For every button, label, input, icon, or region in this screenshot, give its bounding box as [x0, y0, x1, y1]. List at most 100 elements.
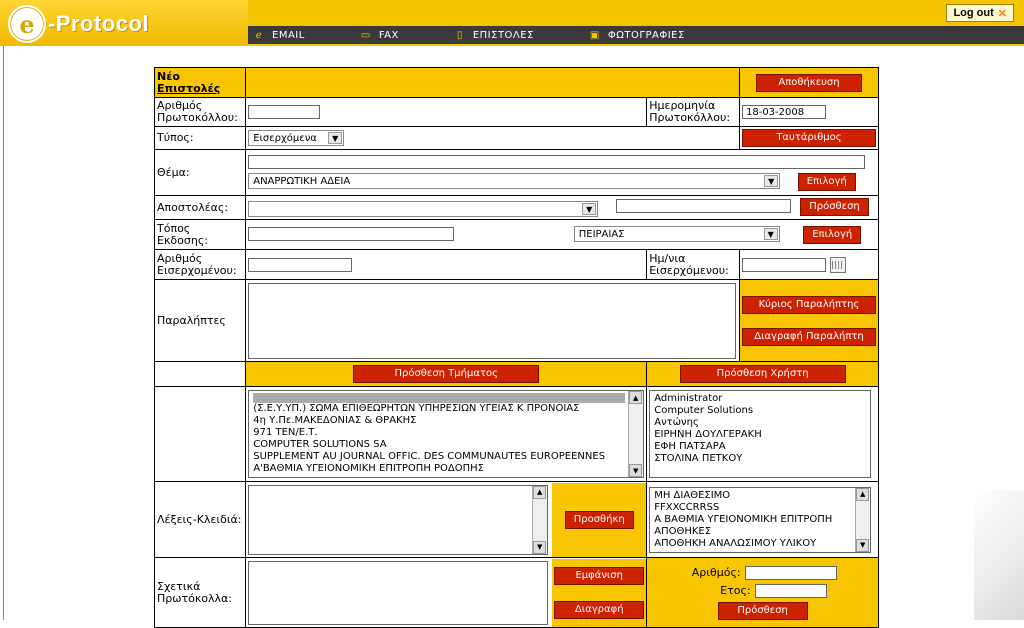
logout-button[interactable]: Log out ✕ [946, 4, 1014, 22]
nav-email[interactable]: ℯ EMAIL [254, 30, 305, 41]
issue-place-input[interactable] [248, 226, 455, 241]
incoming-number-input[interactable] [248, 257, 353, 272]
form-title: Νέο Επιστολές [153, 67, 247, 98]
main-recipient-button[interactable]: Κύριος Παραλήπτης [741, 295, 876, 314]
nav-letters[interactable]: ▯ ΕΠΙΣΤΟΛΕΣ [455, 30, 534, 41]
protocol-number-label: Αριθμός Πρωτοκόλλου: [153, 97, 247, 127]
form-title-line2[interactable]: Επιστολές [157, 82, 243, 95]
recipients-label: Παραλήπτες [153, 279, 247, 362]
protocol-date-label: Ημερομηνία Πρωτοκόλλου: [646, 97, 740, 127]
departments-list[interactable]: (Σ.Ε.Υ.ΥΠ.) ΣΩΜΑ ΕΠΙΘΕΩΡΗΤΩΝ ΥΠΗΡΕΣΙΩΝ Υ… [248, 390, 645, 478]
logout-label: Log out [953, 7, 994, 19]
scroll-up-icon[interactable]: ▲ [629, 391, 643, 404]
type-select[interactable]: Εισερχόμενα ▼ [248, 130, 345, 146]
chevron-down-icon: ▼ [763, 228, 778, 240]
related-protocols-label: Σχετικά Πρωτόκολλα: [153, 557, 247, 628]
related-protocols-textarea[interactable] [248, 560, 549, 625]
add-department-button[interactable]: Πρόσθεση Τμήματος [353, 365, 540, 383]
list-item[interactable]: Αντώνης [654, 417, 866, 429]
add-user-button[interactable]: Πρόσθεση Χρήστη [679, 365, 846, 383]
delete-button[interactable]: Διαγραφή [554, 600, 645, 619]
nav-email-label: EMAIL [272, 29, 305, 41]
subject-select[interactable]: ΑΝΑΡΡΩΤΙΚΗ ΑΔΕΙΑ ▼ [248, 173, 781, 189]
sender-text-input[interactable] [615, 199, 791, 213]
add-department-cell: Πρόσθεση Τμήματος [245, 361, 648, 387]
sender-add-button[interactable]: Πρόσθεση [800, 198, 869, 216]
nav-photos-label: ΦΩΤΟΓΡΑΦΙΕΣ [607, 29, 685, 41]
letters-icon: ▯ [456, 29, 463, 41]
scroll-up-icon[interactable]: ▲ [856, 487, 870, 501]
incoming-date-label: Ημ/νια Εισερχόμενου: [646, 249, 740, 280]
list-item[interactable]: ΜΗ ΔΙΑΘΕΣΙΜΟ [654, 490, 852, 502]
users-cell: Administrator Computer Solutions Αντώνης… [646, 386, 879, 482]
issue-place-select-button[interactable]: Επιλογή [803, 225, 862, 244]
show-button[interactable]: Εμφάνιση [554, 566, 645, 585]
keywords-scrollbar[interactable]: ▲ ▼ [532, 485, 548, 554]
list-item[interactable]: 971 ΤΕΝ/Ε.Τ. [253, 427, 625, 439]
users-list[interactable]: Administrator Computer Solutions Αντώνης… [649, 390, 872, 478]
recipients-textarea[interactable] [248, 282, 737, 359]
list-item[interactable]: Α'ΒΑΘΜΙΑ ΥΓΕΙΟΝΟΜΙΚΗ ΕΠΙΤΡΟΠΗ ΡΟΔΟΠΗΣ [253, 463, 625, 475]
scroll-down-icon[interactable]: ▼ [856, 538, 870, 552]
scroll-up-icon[interactable]: ▲ [533, 485, 547, 499]
protocol-date-cell: 18-03-2008 [738, 97, 880, 127]
subject-cell: ΑΝΑΡΡΩΤΙΚΗ ΑΔΕΙΑ ▼ Επιλογή [245, 149, 879, 196]
scroll-down-icon[interactable]: ▼ [533, 540, 547, 554]
list-item[interactable]: 4η Υ.Πε.ΜΑΚΕΔΟΝΙΑΣ & ΘΡΑΚΗΣ [253, 415, 625, 427]
logo-text: -Protocol [48, 11, 150, 36]
related-add-cell: Αριθμός: Ετος: Πρόσθεση [646, 557, 879, 628]
keywords-list-scrollbar[interactable]: ▲ ▼ [855, 487, 871, 552]
departments-scrollbar[interactable]: ▲ ▼ [628, 391, 644, 477]
top-bar: e -Protocol ℯ EMAIL ▭ FAX ▯ ΕΠΙΣΤΟΛΕΣ ▣ … [0, 0, 1024, 46]
page-left-border [3, 46, 4, 620]
departments-cell: (Σ.Ε.Υ.ΥΠ.) ΣΩΜΑ ΕΠΙΘΕΩΡΗΤΩΝ ΥΠΗΡΕΣΙΩΝ Υ… [245, 386, 648, 482]
list-item[interactable]: COMPUTER SOLUTIONS SA [253, 439, 625, 451]
list-item[interactable]: Administrator [654, 393, 866, 405]
nav-fax[interactable]: ▭ FAX [361, 30, 399, 41]
departments-selected-row [253, 393, 626, 403]
list-item[interactable]: SUPPLEMENT AU JOURNAL OFFIC. DES COMMUNA… [253, 451, 625, 463]
issue-place-select[interactable]: ΠΕΙΡΑΙΑΣ ▼ [573, 226, 780, 242]
keywords-add-button[interactable]: Προσθήκη [564, 510, 634, 529]
calendar-icon[interactable] [829, 256, 846, 273]
list-item[interactable]: ΑΠΟΘΗΚΕΣ [654, 526, 852, 538]
incoming-number-cell [245, 249, 648, 280]
chevron-down-icon: ▼ [764, 175, 779, 187]
recipients-cell [245, 279, 740, 362]
list-item[interactable]: Computer Solutions [654, 405, 866, 417]
list-item[interactable]: Α ΒΑΘΜΙΑ ΥΓΕΙΟΝΟΜΙΚΗ ΕΠΙΤΡΟΠΗ [654, 514, 852, 526]
protocol-number-input[interactable] [248, 105, 321, 119]
type-label: Τύπος: [153, 126, 247, 150]
related-number-input[interactable] [744, 565, 837, 580]
decorative-corner-graphic [974, 490, 1024, 620]
list-item[interactable]: ΑΠΟΘΗΚΗ ΑΝΑΛΩΣΙΜΟΥ ΥΛΙΚΟΥ [654, 538, 852, 550]
add-buttons-label-cell [153, 361, 247, 387]
keywords-list-cell: ΜΗ ΔΙΑΘΕΣΙΜΟ FFXXCCRRSS Α ΒΑΘΜΙΑ ΥΓΕΙΟΝΟ… [646, 481, 879, 558]
save-cell: Αποθήκευση [738, 67, 880, 98]
list-item[interactable]: FFXXCCRRSS [654, 502, 852, 514]
chevron-down-icon: ▼ [582, 203, 597, 215]
nav-fax-label: FAX [378, 29, 399, 41]
sender-select[interactable]: ▼ [248, 201, 599, 217]
type-cell: Εισερχόμενα ▼ [245, 126, 740, 150]
protocol-date-input[interactable]: 18-03-2008 [741, 105, 826, 119]
sender-cell: ▼ Πρόσθεση [245, 195, 879, 220]
list-item[interactable]: ΣΤΟΛΙΝΑ ΠΕΤΚΟΥ [654, 453, 866, 465]
incoming-date-input[interactable] [741, 257, 826, 272]
subject-select-button[interactable]: Επιλογή [797, 172, 856, 191]
chevron-down-icon: ▼ [328, 132, 343, 144]
keywords-textarea[interactable]: ▲ ▼ [248, 484, 549, 555]
related-add-button[interactable]: Πρόσθεση [717, 601, 808, 620]
delete-recipient-button[interactable]: Διαγραφή Παραλήπτη [741, 327, 876, 346]
nav-letters-label: ΕΠΙΣΤΟΛΕΣ [472, 29, 534, 41]
same-number-button[interactable]: Ταυτάριθμος [741, 129, 876, 147]
list-item[interactable]: ΕΙΡΗΝΗ ΔΟΥΛΓΕΡΑΚΗ [654, 429, 866, 441]
subject-input[interactable] [248, 154, 866, 169]
scroll-down-icon[interactable]: ▼ [629, 464, 643, 477]
keywords-list[interactable]: ΜΗ ΔΙΑΘΕΣΙΜΟ FFXXCCRRSS Α ΒΑΘΜΙΑ ΥΓΕΙΟΝΟ… [649, 486, 872, 553]
nav-photos[interactable]: ▣ ΦΩΤΟΓΡΑΦΙΕΣ [590, 30, 685, 41]
list-item[interactable]: (Σ.Ε.Υ.ΥΠ.) ΣΩΜΑ ΕΠΙΘΕΩΡΗΤΩΝ ΥΠΗΡΕΣΙΩΝ Υ… [253, 403, 625, 415]
save-button[interactable]: Αποθήκευση [755, 73, 862, 92]
related-year-input[interactable] [754, 583, 827, 598]
list-item[interactable]: ΕΦΗ ΠΑΤΣΑΡΑ [654, 441, 866, 453]
